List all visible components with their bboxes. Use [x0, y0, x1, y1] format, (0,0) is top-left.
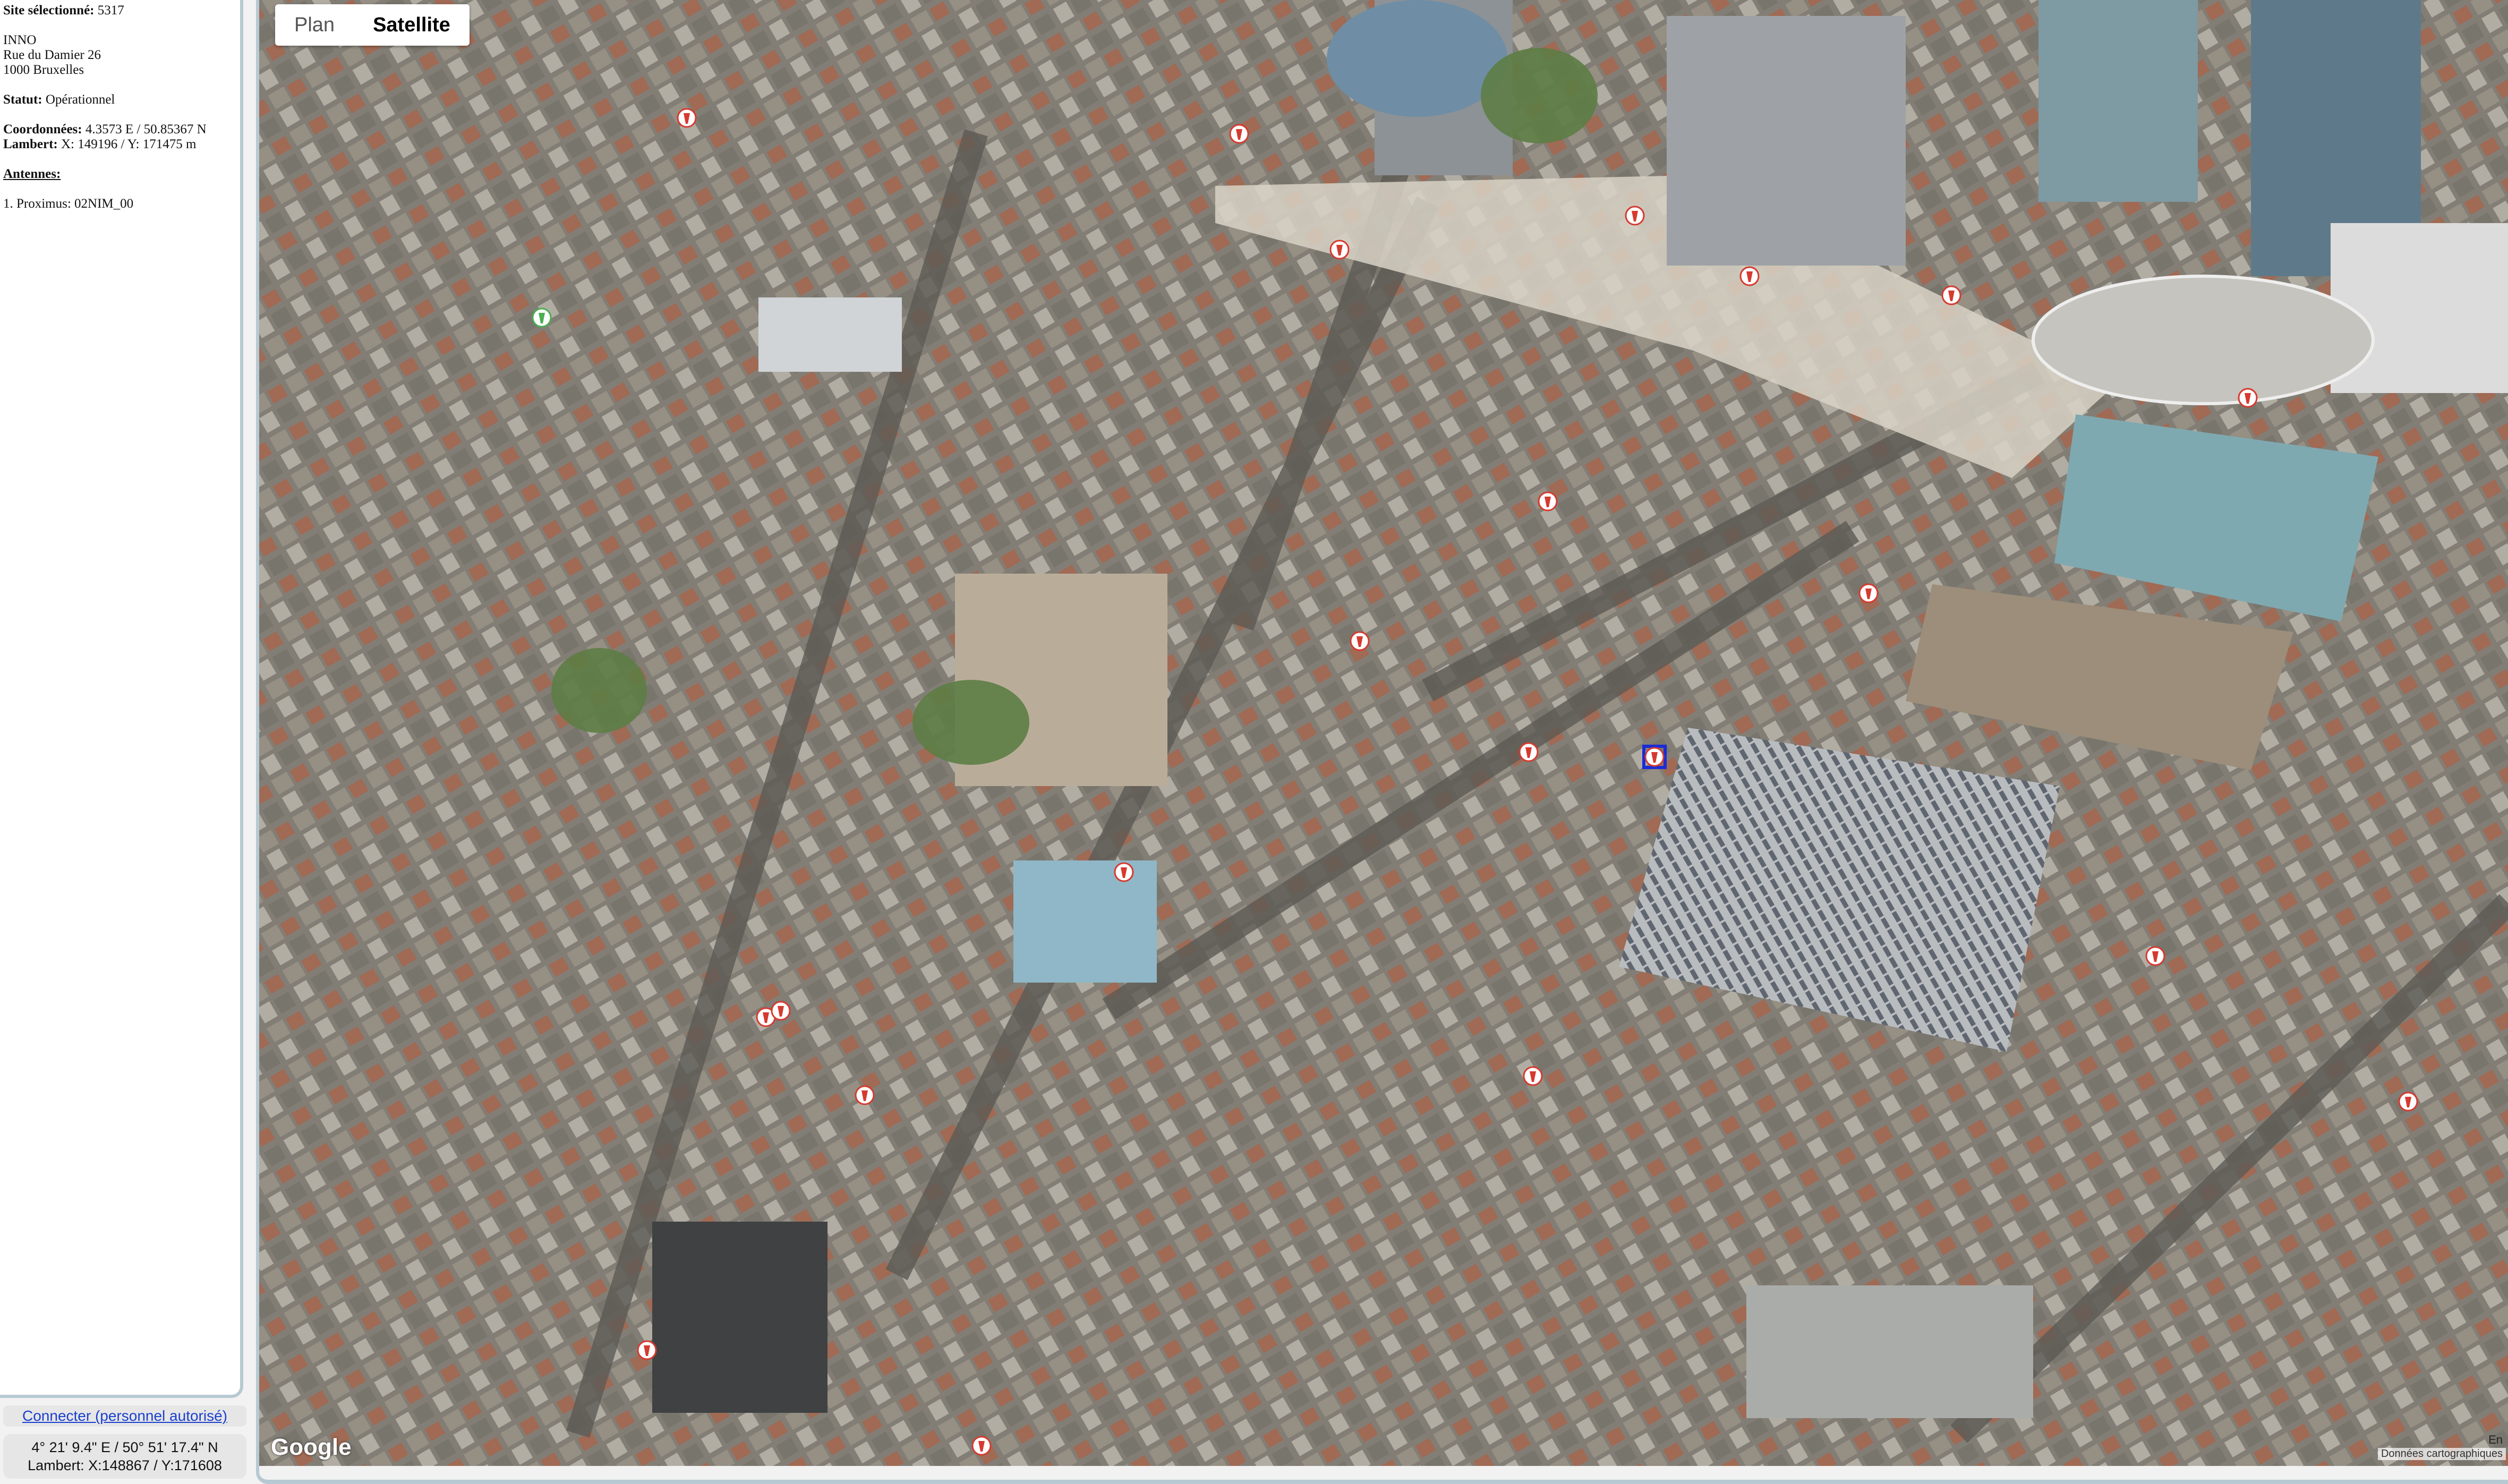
site-name: INNO: [3, 33, 37, 47]
antenna-site-marker[interactable]: [2398, 1091, 2418, 1112]
antenna-site-marker[interactable]: [1519, 742, 1539, 762]
status-line: Statut: Opérationnel: [3, 92, 237, 107]
antennas-heading: Antennes:: [3, 167, 61, 181]
antenna-site-marker[interactable]: [1114, 862, 1134, 882]
map-container[interactable]: Plan Satellite Google En Données cartogr…: [256, 0, 2508, 1484]
antenna-site-marker[interactable]: [971, 1436, 992, 1456]
antenna-site-marker[interactable]: [1350, 631, 1370, 651]
antenna-site-marker[interactable]: [1625, 206, 1645, 226]
antenna-site-marker[interactable]: [2238, 388, 2258, 408]
cursor-coords-lambert: Lambert: X:148867 / Y:171608: [28, 1457, 222, 1473]
lambert-value: X: 149196 / Y: 171475 m: [61, 137, 197, 151]
antenna-site-marker[interactable]: [637, 1340, 657, 1360]
antenna-site-marker[interactable]: [1858, 583, 1879, 603]
language-label[interactable]: En: [2488, 1433, 2503, 1447]
map-attribution[interactable]: Données cartographiques: [2377, 1448, 2506, 1460]
selected-site-marker[interactable]: [1642, 745, 1667, 769]
status-label: Statut:: [3, 92, 42, 107]
site-info-panel: Site sélectionné: 5317 INNO Rue du Damie…: [0, 0, 243, 1398]
lambert-line: Lambert: X: 149196 / Y: 171475 m: [3, 137, 237, 152]
google-logo: Google: [271, 1434, 352, 1460]
lambert-label: Lambert:: [3, 137, 58, 151]
antenna-site-marker[interactable]: [677, 108, 697, 128]
coords-line: Coordonnées: 4.3573 E / 50.85367 N: [3, 122, 237, 137]
cursor-coords-wgs84: 4° 21' 9.4" E / 50° 51' 17.4" N: [31, 1439, 218, 1455]
site-label: Site sélectionné:: [3, 3, 95, 18]
antenna-site-marker[interactable]: [1229, 124, 1249, 144]
antenna-site-marker[interactable]: [1941, 285, 1961, 305]
antenna-site-marker[interactable]: [771, 1001, 791, 1021]
map-type-satellite[interactable]: Satellite: [354, 4, 470, 46]
site-address-line2: 1000 Bruxelles: [3, 63, 84, 77]
antenna-site-marker[interactable]: [1739, 266, 1760, 286]
antenna-site-marker[interactable]: [1538, 491, 1558, 511]
status-value: Opérationnel: [45, 92, 115, 107]
map-type-plan[interactable]: Plan: [275, 4, 354, 46]
antenna-site-marker[interactable]: [855, 1085, 875, 1105]
site-line: Site sélectionné: 5317: [3, 3, 237, 18]
login-link[interactable]: Connecter (personnel autorisé): [3, 1405, 246, 1427]
map-type-toggle[interactable]: Plan Satellite: [275, 4, 470, 46]
site-address-line1: Rue du Damier 26: [3, 48, 101, 62]
antenna-site-marker[interactable]: [2145, 946, 2165, 966]
antenna-site-marker[interactable]: [1523, 1066, 1543, 1086]
antenna-site-marker[interactable]: [1329, 240, 1350, 260]
site-id: 5317: [97, 3, 124, 18]
coords-value: 4.3573 E / 50.85367 N: [85, 122, 207, 137]
coords-label: Coordonnées:: [3, 122, 82, 137]
cursor-coordinates-box: 4° 21' 9.4" E / 50° 51' 17.4" N Lambert:…: [3, 1434, 246, 1479]
antenna-markers-layer: [532, 108, 2418, 1456]
antenna-item: 1. Proximus: 02NIM_00: [3, 197, 134, 211]
antenna-site-marker[interactable]: [532, 308, 552, 328]
